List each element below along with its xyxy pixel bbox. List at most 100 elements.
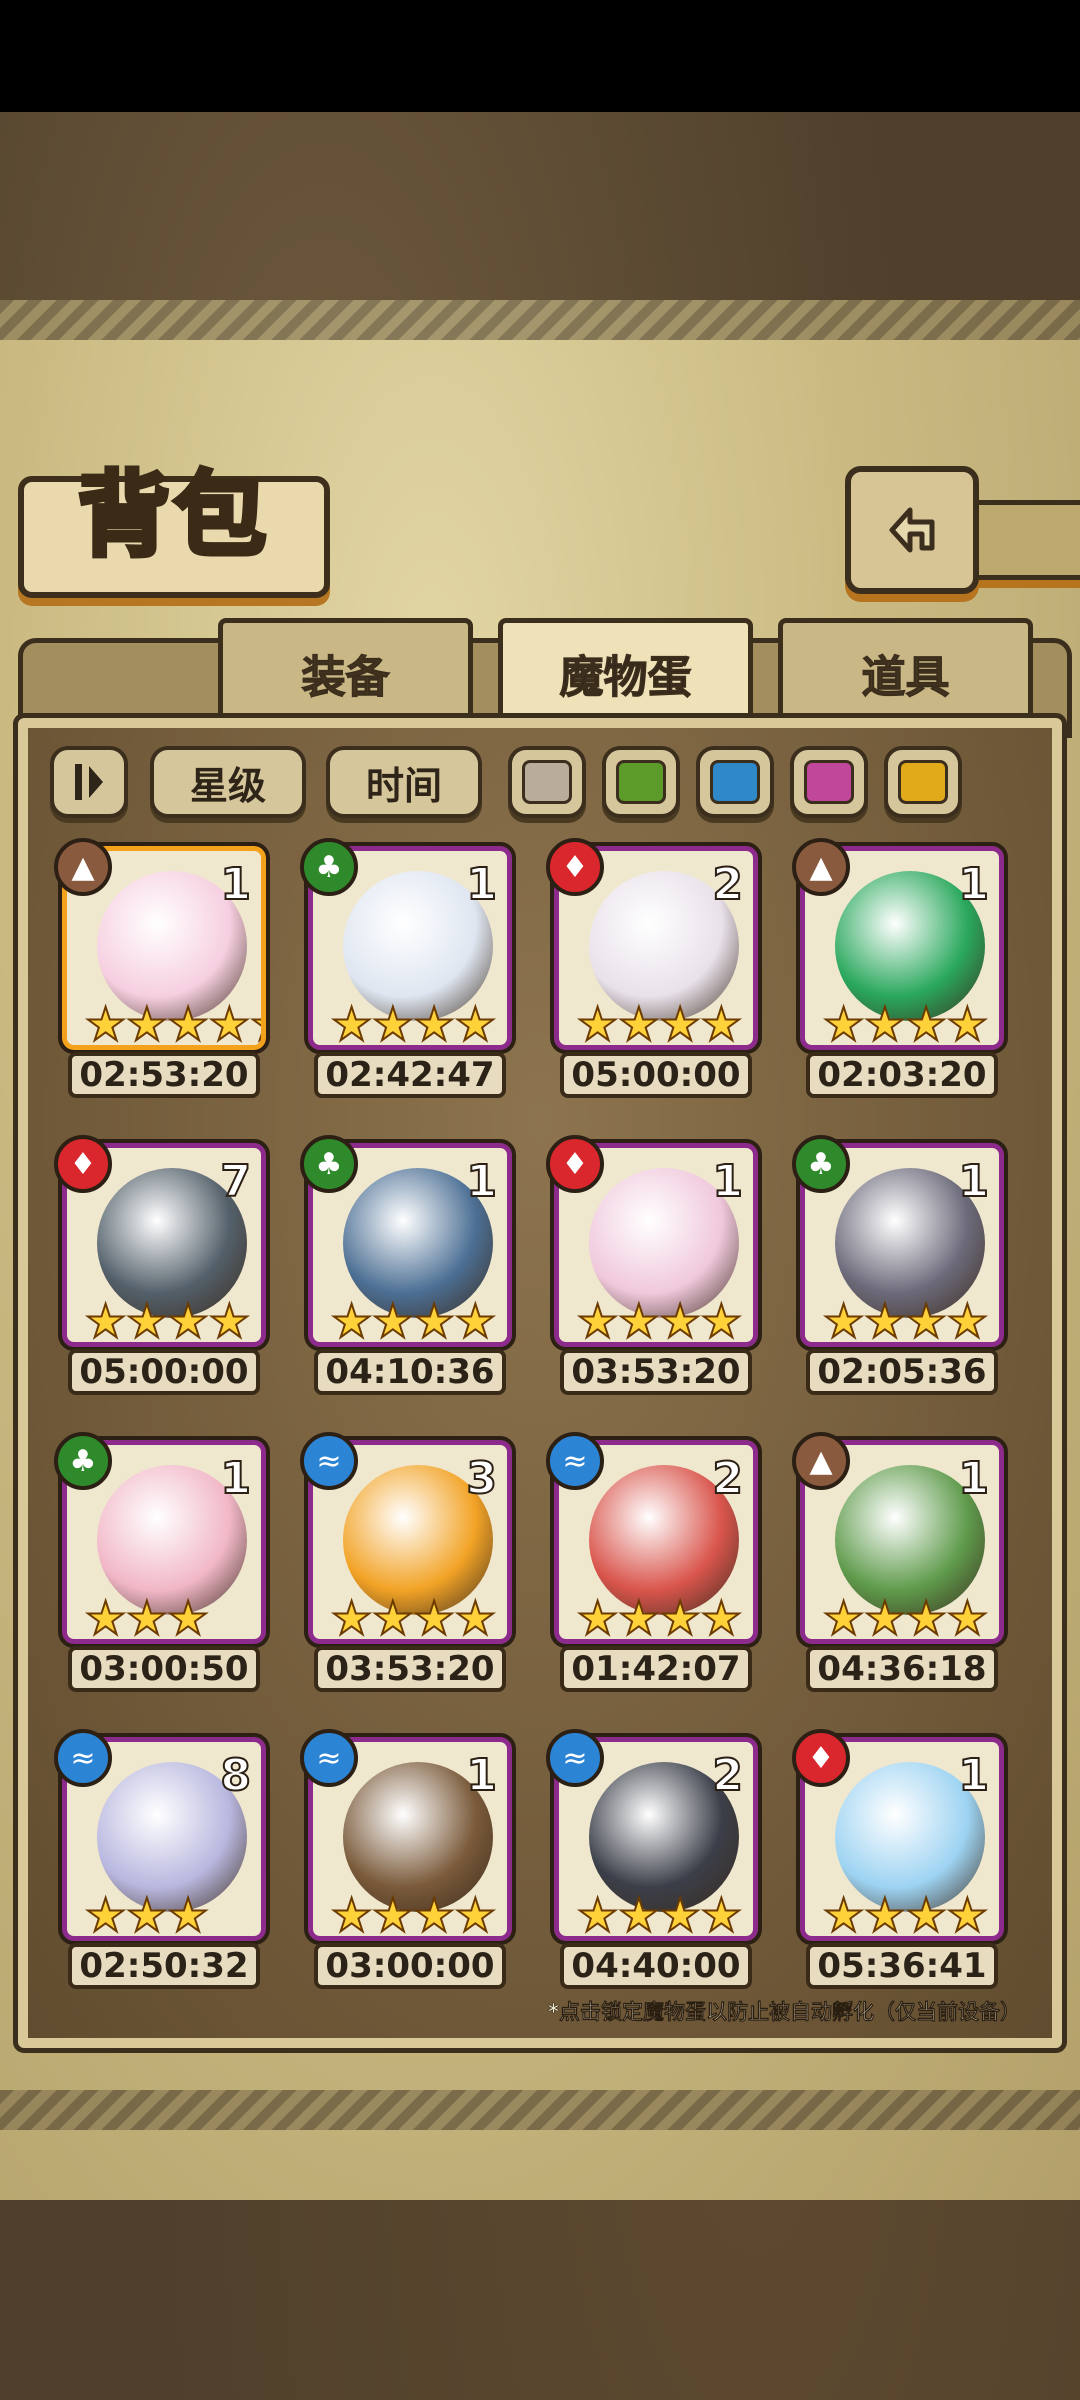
egg-card[interactable]: 3 ★ ★ ★ ★ ≈03:53:20 [300,1432,516,1692]
filter-gold-button[interactable] [884,746,962,818]
egg-card[interactable]: 7 ★ ★ ★ ★ ♦ 05:00:00 [54,1135,270,1395]
star-icon: ★ [863,997,906,1050]
earth-element-icon: ▲ [54,838,112,896]
back-button[interactable] [845,466,979,594]
star-icon: ★ [617,1591,660,1644]
hatch-timer: 03:53:20 [560,1349,752,1395]
egg-card[interactable]: 1 ★ ★ ★ ★ ▲ 02:03:20 [792,838,1008,1098]
star-rating: ★★★★★ [84,997,261,1050]
parchment-top-edge [0,300,1080,340]
sort-order-button[interactable] [50,746,128,818]
star-icon: ★ [576,1591,619,1644]
hatch-timer: 03:00:50 [68,1646,260,1692]
hatch-timer: 02:42:47 [314,1052,506,1098]
hatch-timer: 02:53:20 [68,1052,260,1098]
egg-count: 1 [465,1749,498,1802]
star-icon: ★ [412,1591,455,1644]
sort-by-time-button[interactable]: 时间 [326,746,482,818]
leaf-element-icon: ♣ [54,1432,112,1490]
star-icon: ★ [658,1294,701,1347]
hatch-timer: 02:03:20 [806,1052,998,1098]
tab-monster-egg[interactable]: 魔物蛋 [498,618,753,723]
egg-card[interactable]: 1 ★ ★ ★ ★ ♣ 04:10:36 [300,1135,516,1395]
egg-card[interactable]: 1 ★ ★ ★ ★ ♦ 03:53:20 [546,1135,762,1395]
star-rating: ★ ★ ★ [84,1591,210,1644]
star-icon: ★ [863,1294,906,1347]
filter-gray-button[interactable] [508,746,586,818]
star-icon: ★ [946,1294,989,1347]
star-icon: ★ [904,997,947,1050]
green-swatch [616,760,666,804]
star-rating: ★ ★ ★ ★ [576,997,743,1050]
star-icon: ★ [208,1294,251,1347]
star-icon: ★ [412,1888,455,1941]
star-icon: ★ [330,1591,373,1644]
egg-card[interactable]: 1 ★ ★ ★ ★ ▲ 04:36:18 [792,1432,1008,1692]
egg-card[interactable]: 2 ★ ★ ★ ★ ≈01:42:07 [546,1432,762,1692]
leaf-element-icon: ♣ [300,838,358,896]
star-icon: ★ [371,1888,414,1941]
star-icon: ★ [371,1294,414,1347]
star-icon: ★ [412,1294,455,1347]
star-icon: ★ [208,997,251,1050]
star-icon: ★ [946,1888,989,1941]
egg-count: 7 [219,1155,252,1208]
egg-card[interactable]: 1 ★ ★ ★ ★ ♣ 02:42:47 [300,838,516,1098]
star-icon: ★ [904,1591,947,1644]
filter-blue-button[interactable] [696,746,774,818]
star-icon: ★ [700,1888,743,1941]
sort-by-star-button[interactable]: 星级 [150,746,306,818]
star-rating: ★ ★ ★ ★ [822,1888,989,1941]
star-icon: ★ [454,1591,497,1644]
egg-card[interactable]: 2 ★ ★ ★ ★ ≈04:40:00 [546,1729,762,1989]
star-icon: ★ [576,1888,619,1941]
egg-card[interactable]: 2 ★ ★ ★ ★ ♦ 05:00:00 [546,838,762,1098]
title-plate: 背包 [18,458,330,598]
leaf-element-icon: ♣ [792,1135,850,1193]
star-icon: ★ [249,1000,261,1045]
egg-count: 1 [711,1155,744,1208]
sort-icon [75,764,103,800]
egg-card[interactable]: 1 ★ ★ ★ ★ ≈03:00:00 [300,1729,516,1989]
star-icon: ★ [904,1888,947,1941]
star-icon: ★ [658,997,701,1050]
egg-card[interactable]: 1 ★ ★ ★ ★ ♦ 05:36:41 [792,1729,1008,1989]
egg-count: 1 [219,858,252,911]
star-icon: ★ [371,997,414,1050]
sort-by-star-label: 星级 [189,763,266,808]
tab-equipment[interactable]: 装备 [218,618,473,723]
egg-count: 1 [957,1452,990,1505]
tab-label: 道具 [861,652,950,704]
hatch-timer: 05:36:41 [806,1943,998,1989]
water-element-icon: ≈ [54,1729,112,1787]
fire-element-icon: ♦ [546,1135,604,1193]
star-icon: ★ [330,1888,373,1941]
egg-card[interactable]: 8 ★ ★ ★ ≈02:50:32 [54,1729,270,1989]
star-icon: ★ [822,1888,865,1941]
egg-count: 8 [219,1749,252,1802]
egg-card[interactable]: 1 ★★★★★ ▲ 02:53:20 [54,838,270,1098]
hatch-timer: 02:50:32 [68,1943,260,1989]
egg-card[interactable]: 1 ★ ★ ★ ♣ 03:00:50 [54,1432,270,1692]
egg-card[interactable]: 1 ★ ★ ★ ★ ♣ 02:05:36 [792,1135,1008,1395]
star-icon: ★ [454,1294,497,1347]
star-icon: ★ [700,1294,743,1347]
star-icon: ★ [658,1888,701,1941]
star-icon: ★ [371,1591,414,1644]
star-icon: ★ [412,997,455,1050]
filter-green-button[interactable] [602,746,680,818]
star-icon: ★ [166,997,209,1050]
auto-hatch-footnote: *点击锁定魔物蛋以防止被自动孵化（仅当前设备） [548,2000,1021,2025]
star-icon: ★ [84,997,127,1050]
star-icon: ★ [330,997,373,1050]
filter-purple-button[interactable] [790,746,868,818]
water-element-icon: ≈ [546,1432,604,1490]
star-icon: ★ [84,1591,127,1644]
star-icon: ★ [125,1888,168,1941]
gray-swatch [522,760,572,804]
egg-count: 3 [465,1452,498,1505]
star-icon: ★ [576,997,619,1050]
egg-count: 1 [465,858,498,911]
hatch-timer: 04:36:18 [806,1646,998,1692]
tab-items[interactable]: 道具 [778,618,1033,723]
